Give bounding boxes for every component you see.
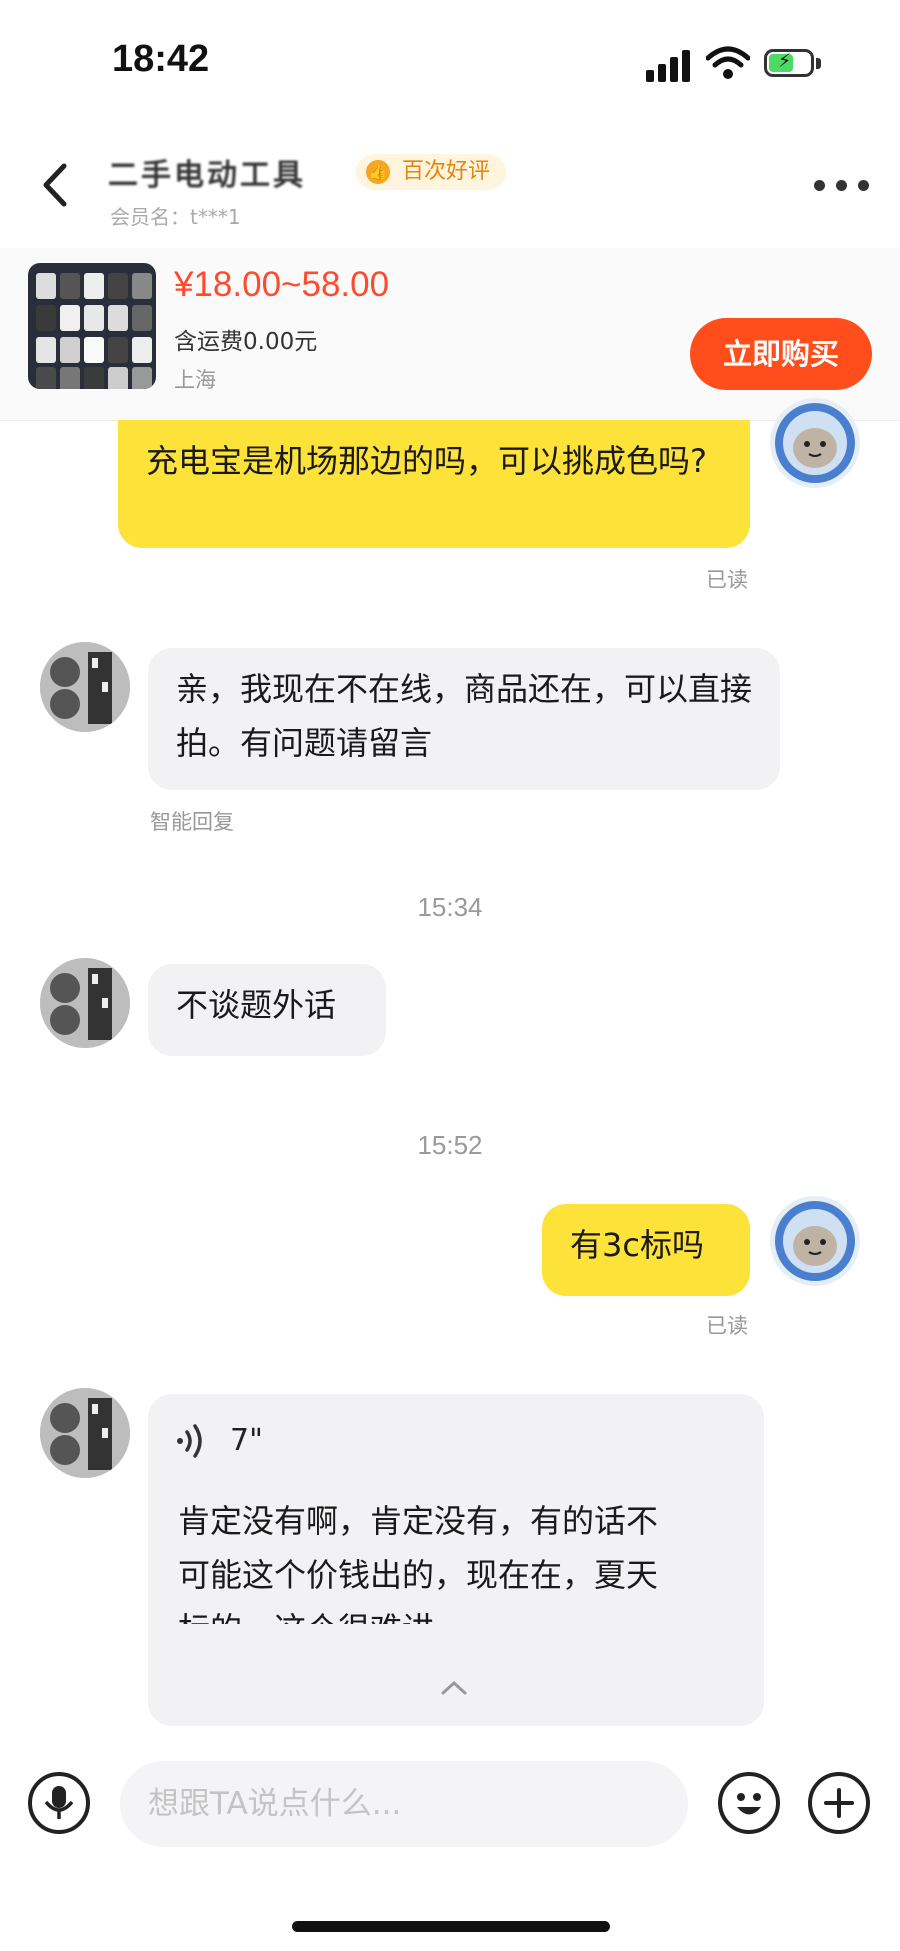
more-actions-button[interactable] [808,1772,870,1834]
seal-astronaut-icon [775,403,855,483]
good-reviews-badge: 👍 百次好评 [356,154,507,190]
seal-astronaut-icon [775,1201,855,1281]
back-arrow-icon[interactable] [36,160,76,210]
voice-duration: 7" [230,1423,263,1458]
status-time: 18:42 [112,38,210,80]
air-conditioner-photo-icon [40,958,130,1048]
plus-icon [824,1788,854,1818]
air-conditioner-photo-icon [40,1388,130,1478]
message-bubble-sent[interactable]: 有3c标吗 [542,1204,750,1296]
timestamp: 15:52 [417,1130,483,1160]
product-price: ¥18.00~58.00 [174,265,390,304]
shipping-fee: 含运费0.00元 [174,329,318,355]
auto-reply-label: 智能回复 [150,810,234,834]
message-input[interactable]: 想跟TA说点什么... [120,1761,688,1847]
more-menu-icon[interactable] [814,180,870,194]
message-bubble-sent[interactable]: 充电宝是机场那边的吗，可以挑成色吗? [118,420,750,548]
emoji-button[interactable] [718,1772,780,1834]
seller-avatar[interactable] [40,642,130,732]
seller-avatar[interactable] [40,958,130,1048]
home-indicator[interactable] [292,1921,610,1932]
product-location: 上海 [174,368,216,392]
read-status: 已读 [706,568,748,592]
message-bubble-received[interactable]: 亲，我现在不在线，商品还在，可以直接拍。有问题请留言 [148,648,780,790]
user-avatar[interactable] [770,1196,860,1286]
user-avatar[interactable] [770,398,860,488]
seller-name[interactable]: 二手电动工具 [108,150,306,194]
smiley-icon [737,1793,761,1815]
timestamp: 15:34 [417,892,483,922]
buy-now-button[interactable]: 立即购买 [690,318,872,390]
wifi-icon [706,46,750,79]
voice-input-button[interactable] [28,1772,90,1834]
battery-icon: ⚡ [764,49,822,79]
voice-transcript-line: 可能这个价钱出的，现在在，夏天 [178,1556,659,1594]
microphone-icon [44,1786,74,1819]
message-bubble-received[interactable]: 不谈题外话 [148,964,386,1056]
voice-wave-icon[interactable] [176,1422,210,1460]
product-thumbnail[interactable] [28,263,156,389]
cellular-signal-icon [646,48,696,82]
badge-label: 百次好评 [402,159,491,184]
air-conditioner-photo-icon [40,642,130,732]
read-status: 已读 [706,1314,748,1338]
collapse-chevron-icon[interactable] [440,1680,468,1696]
member-name: 会员名：t***1 [110,205,241,229]
voice-transcript-line: 肯定没有啊，肯定没有，有的话不 [178,1502,659,1540]
thumbs-up-icon: 👍 [366,160,390,184]
seller-avatar[interactable] [40,1388,130,1478]
voice-message-bubble[interactable]: 7" 肯定没有啊，肯定没有，有的话不 可能这个价钱出的，现在在，夏天 标的，这个… [148,1394,764,1726]
voice-transcript-line: 标的，这个很难讲 [178,1602,434,1624]
